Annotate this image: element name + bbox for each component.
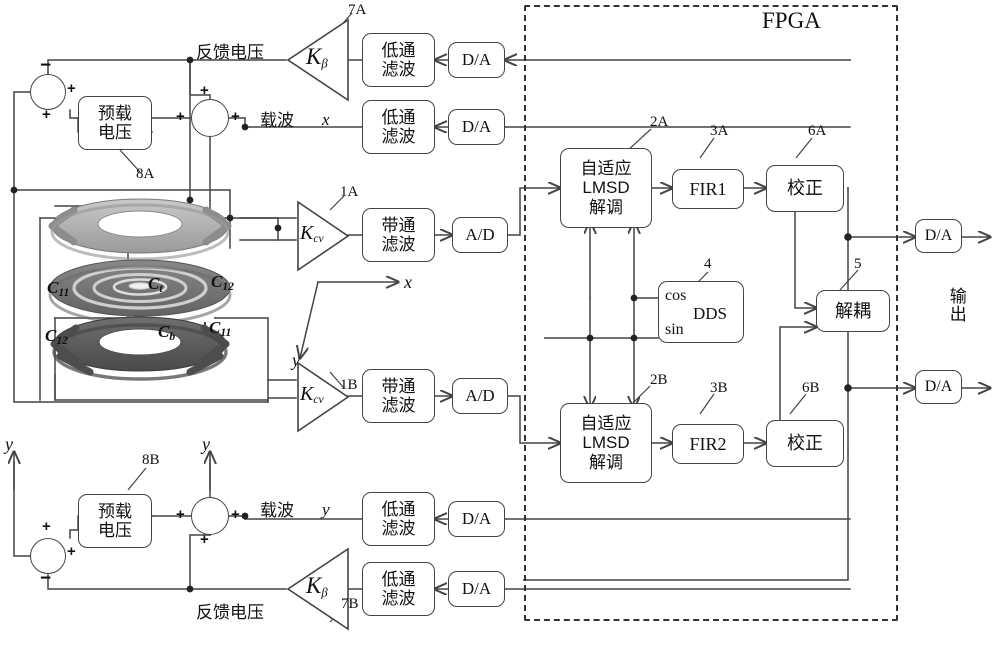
ref-3b: 3B xyxy=(710,380,728,396)
da-carrier-y[interactable]: D/A xyxy=(448,501,505,537)
da-feedback-y[interactable]: D/A xyxy=(448,571,505,607)
da-output-y[interactable]: D/A xyxy=(915,370,962,404)
amplifier-kbeta-y-label: Kβ xyxy=(306,573,328,600)
sum-x-mid-sign-left: + xyxy=(176,108,185,125)
amplifier-kcv-y-label: Kcv xyxy=(300,383,324,407)
ad-converter-x[interactable]: A/D xyxy=(452,217,508,253)
carrier-axis-label-x: x xyxy=(322,110,330,129)
ref-8b: 8B xyxy=(142,452,160,468)
ref-4: 4 xyxy=(704,256,712,272)
preload-voltage-x[interactable]: 预载 电压 xyxy=(78,96,152,150)
mems-gyroscope-illustration xyxy=(40,196,240,386)
sum-x-mid-sign-top: + xyxy=(200,82,209,99)
ref-8a: 8A xyxy=(136,166,155,182)
capacitor-label-c12-bottom: C12 xyxy=(45,326,68,348)
sum-y-mid-sign-left: + xyxy=(176,506,185,523)
da-carrier-x[interactable]: D/A xyxy=(448,109,505,145)
ref-6a: 6A xyxy=(808,123,827,139)
fir2-filter[interactable]: FIR2 xyxy=(672,424,744,464)
adaptive-lmsd-demod-y[interactable]: 自适应 LMSD 解调 xyxy=(560,403,652,483)
capacitor-label-c12-top: C12 xyxy=(211,272,234,294)
sum-y-mid-sign-bottom: + xyxy=(200,531,209,548)
carrier-axis-label-y: y xyxy=(322,500,330,519)
dds-cos-label: cos xyxy=(665,287,687,304)
fpga-title: FPGA xyxy=(762,8,821,33)
capacitor-label-c11-top: C11 xyxy=(47,278,70,300)
dds-name-label: DDS xyxy=(693,304,728,323)
ref-5: 5 xyxy=(854,256,862,272)
feedback-voltage-label-x: 反馈电压 xyxy=(196,43,264,62)
capacitor-label-cb: Cb xyxy=(158,322,176,344)
adaptive-lmsd-demod-x[interactable]: 自适应 LMSD 解调 xyxy=(560,148,652,228)
preload-voltage-y[interactable]: 预载 电压 xyxy=(78,494,152,548)
correction-x[interactable]: 校正 xyxy=(766,165,844,212)
sum-y-left-sign-1: + xyxy=(42,518,51,535)
sum-y-left-sign-2: + xyxy=(67,543,76,560)
sum-x-mid-sign-right: + xyxy=(231,108,240,125)
axis-label-y-left: y xyxy=(5,434,13,454)
lowpass-filter-carrier-x[interactable]: 低通 滤波 xyxy=(362,100,435,154)
amplifier-kbeta-x-label: Kβ xyxy=(306,44,328,71)
sum-x-left-sign-1: − xyxy=(40,55,52,76)
correction-y[interactable]: 校正 xyxy=(766,420,844,467)
sum-x-left-sign-3: + xyxy=(42,106,51,123)
decouple-block[interactable]: 解耦 xyxy=(816,290,890,332)
carrier-label-x: 载波 xyxy=(260,111,294,130)
ref-7a: 7A xyxy=(348,2,367,18)
ref-7b: 7B xyxy=(341,596,359,612)
ref-1b: 1B xyxy=(340,377,358,393)
dds-sin-label: sin xyxy=(665,321,684,338)
fir1-filter[interactable]: FIR1 xyxy=(672,169,744,209)
lowpass-filter-feedback-x[interactable]: 低通 滤波 xyxy=(362,33,435,87)
sum-x-left-sign-2: + xyxy=(67,80,76,97)
diagram-canvas: FPGA C11 Ct C12 C12 Cb C11 低通 滤波 D/A 低通 … xyxy=(0,0,1000,654)
axis-label-x: x xyxy=(404,272,412,292)
ref-2a: 2A xyxy=(650,114,669,130)
capacitor-label-c11-bottom: C11 xyxy=(209,318,232,340)
sum-y-mid-sign-right: + xyxy=(231,506,240,523)
lowpass-filter-feedback-y[interactable]: 低通 滤波 xyxy=(362,562,435,616)
da-output-x[interactable]: D/A xyxy=(915,219,962,253)
feedback-voltage-label-y: 反馈电压 xyxy=(196,603,264,622)
capacitor-label-ct: Ct xyxy=(148,274,163,296)
da-feedback-x[interactable]: D/A xyxy=(448,42,505,78)
dds-block[interactable]: cos DDS sin xyxy=(658,281,744,343)
summing-junction-x-mid[interactable] xyxy=(191,99,229,137)
sum-y-left-sign-3: − xyxy=(40,568,52,589)
summing-junction-y-mid[interactable] xyxy=(191,497,229,535)
ad-converter-y[interactable]: A/D xyxy=(452,378,508,414)
ref-2b: 2B xyxy=(650,372,668,388)
output-label: 输 出 xyxy=(949,287,967,324)
bandpass-filter-y[interactable]: 带通 滤波 xyxy=(362,369,435,423)
ref-1a: 1A xyxy=(340,184,359,200)
axis-label-y-mid: y xyxy=(202,434,210,454)
summing-junction-x-left[interactable] xyxy=(30,74,66,110)
ref-3a: 3A xyxy=(710,123,729,139)
bandpass-filter-x[interactable]: 带通 滤波 xyxy=(362,208,435,262)
carrier-label-y: 载波 xyxy=(260,501,294,520)
amplifier-kcv-x-label: Kcv xyxy=(300,222,324,246)
axis-label-y-amp: y xyxy=(292,350,300,370)
ref-6b: 6B xyxy=(802,380,820,396)
lowpass-filter-carrier-y[interactable]: 低通 滤波 xyxy=(362,492,435,546)
